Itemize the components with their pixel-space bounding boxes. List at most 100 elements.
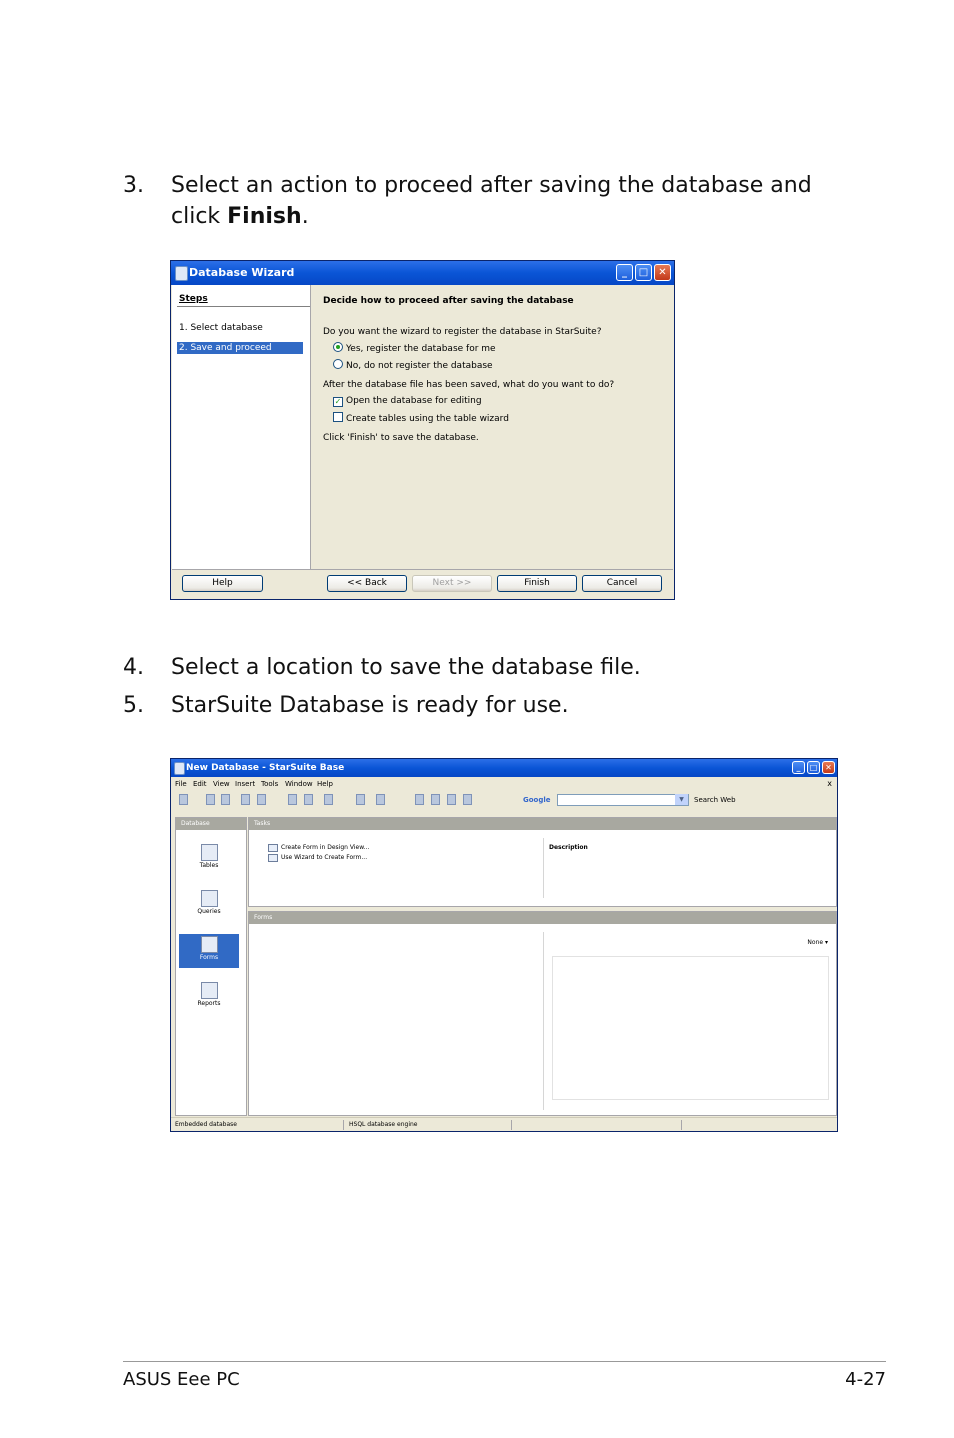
status-divider [681, 1120, 682, 1130]
radio-unselected-icon[interactable] [333, 359, 343, 369]
finish-bold: Finish [227, 204, 302, 229]
status-database-engine: HSQL database engine [349, 1121, 418, 1128]
database-panel: Database Tables Queries Forms Reports [175, 817, 247, 1116]
db-item-tables[interactable]: Tables [179, 842, 239, 876]
finish-note: Click 'Finish' to save the database. [323, 433, 479, 443]
steps-divider [177, 306, 310, 307]
form-design-icon [268, 844, 278, 852]
menu-edit[interactable]: Edit [193, 777, 207, 791]
wizard-titlebar[interactable]: Database Wizard _ □ ✕ [171, 261, 674, 285]
checkbox-create-tables[interactable]: Create tables using the table wizard [333, 412, 509, 425]
step-text: StarSuite Database is ready for use. [171, 693, 569, 718]
minimize-icon[interactable]: _ [616, 264, 633, 281]
menu-insert[interactable]: Insert [235, 777, 255, 791]
search-input[interactable] [557, 794, 689, 806]
forms-panel: Forms None ▾ [248, 911, 837, 1116]
finish-button[interactable]: Finish [497, 575, 577, 592]
task-form-wizard[interactable]: Use Wizard to Create Form... [268, 853, 367, 862]
sort-descending-icon[interactable] [304, 794, 313, 805]
base-titlebar[interactable]: New Database - StarSuite Base _ □ ✕ [171, 759, 837, 777]
step-text: Select an action to proceed after saving… [171, 173, 812, 229]
preview-mode-dropdown[interactable]: None ▾ [807, 939, 828, 946]
wizard-title: Database Wizard [189, 266, 295, 279]
close-icon[interactable]: ✕ [654, 264, 671, 281]
google-label: Google [523, 796, 551, 804]
forms-divider [543, 932, 544, 1110]
menu-file[interactable]: File [175, 777, 187, 791]
step-number: 5. [123, 693, 144, 718]
step-item-select-database[interactable]: 1. Select database [177, 322, 303, 334]
db-item-reports[interactable]: Reports [179, 980, 239, 1014]
radio-no-register[interactable]: No, do not register the database [333, 359, 493, 372]
database-heading: Database [176, 818, 246, 830]
radio-yes-register[interactable]: Yes, register the database for me [333, 342, 496, 355]
back-button[interactable]: << Back [327, 575, 407, 592]
help-button[interactable]: Help [182, 575, 263, 592]
close-document-icon[interactable]: x [827, 777, 832, 791]
form-preview-area [552, 956, 829, 1100]
steps-heading: Steps [179, 294, 208, 304]
footer-rule [123, 1361, 886, 1362]
status-bar: Embedded database HSQL database engine [171, 1117, 837, 1131]
refresh-icon[interactable] [356, 794, 365, 805]
status-divider [511, 1120, 512, 1130]
db-item-forms[interactable]: Forms [179, 934, 239, 968]
help-icon[interactable] [376, 794, 385, 805]
step-item-save-and-proceed[interactable]: 2. Save and proceed [177, 342, 303, 354]
new-icon[interactable] [179, 794, 188, 805]
checkbox-open-database[interactable]: ✓ Open the database for editing [333, 395, 482, 407]
menu-bar: File Edit View Insert Tools Window Help … [171, 777, 837, 791]
button-divider [172, 569, 673, 570]
search-web-button[interactable]: Search Web [694, 795, 736, 805]
forms-icon [200, 936, 218, 953]
database-wizard-window: Database Wizard _ □ ✕ Steps 1. Select da… [170, 260, 675, 600]
step-number: 4. [123, 655, 144, 680]
register-question: Do you want the wizard to register the d… [323, 327, 602, 337]
forms-heading: Forms [249, 912, 836, 924]
wizard-heading: Decide how to proceed after saving the d… [323, 296, 574, 306]
minimize-icon[interactable]: _ [792, 761, 805, 774]
maximize-icon[interactable]: □ [635, 264, 652, 281]
menu-view[interactable]: View [213, 777, 230, 791]
next-button[interactable]: Next >> [412, 575, 492, 592]
footer-left: ASUS Eee PC [123, 1369, 240, 1390]
checkbox-unchecked-icon[interactable] [333, 412, 343, 422]
sort-ascending-icon[interactable] [288, 794, 297, 805]
app-icon [175, 266, 188, 281]
copy-icon[interactable] [257, 794, 266, 805]
db-item-queries[interactable]: Queries [179, 888, 239, 922]
task-create-form-design[interactable]: Create Form in Design View... [268, 843, 369, 852]
save-icon[interactable] [221, 794, 230, 805]
tasks-divider [543, 838, 544, 898]
footer-page-number: 4-27 [845, 1369, 886, 1390]
step-number: 3. [123, 173, 144, 198]
reports-icon [200, 982, 218, 999]
query-icon[interactable] [431, 794, 440, 805]
standard-toolbar: Google ▼ Search Web [171, 791, 837, 809]
radio-selected-icon[interactable] [333, 342, 343, 352]
chevron-down-icon[interactable]: ▼ [675, 794, 688, 805]
maximize-icon[interactable]: □ [807, 761, 820, 774]
menu-help[interactable]: Help [317, 777, 333, 791]
status-divider [343, 1120, 344, 1130]
close-icon[interactable]: ✕ [822, 761, 835, 774]
menu-window[interactable]: Window [285, 777, 313, 791]
app-icon [174, 762, 185, 775]
status-embedded-database: Embedded database [175, 1121, 237, 1128]
tasks-heading: Tasks [249, 818, 836, 830]
tables-icon [200, 844, 218, 861]
form-icon[interactable] [324, 794, 333, 805]
tasks-panel: Tasks Create Form in Design View... Use … [248, 817, 837, 907]
menu-tools[interactable]: Tools [261, 777, 278, 791]
open-icon[interactable] [206, 794, 215, 805]
relations-icon[interactable] [463, 794, 472, 805]
starsuite-base-window: New Database - StarSuite Base _ □ ✕ File… [170, 758, 838, 1132]
steps-panel: Steps 1. Select database 2. Save and pro… [172, 285, 311, 569]
cut-icon[interactable] [241, 794, 250, 805]
form-wizard-icon [268, 854, 278, 862]
base-title: New Database - StarSuite Base [186, 763, 345, 773]
cancel-button[interactable]: Cancel [582, 575, 662, 592]
table-icon[interactable] [415, 794, 424, 805]
checkbox-checked-icon[interactable]: ✓ [333, 397, 343, 407]
report-icon[interactable] [447, 794, 456, 805]
